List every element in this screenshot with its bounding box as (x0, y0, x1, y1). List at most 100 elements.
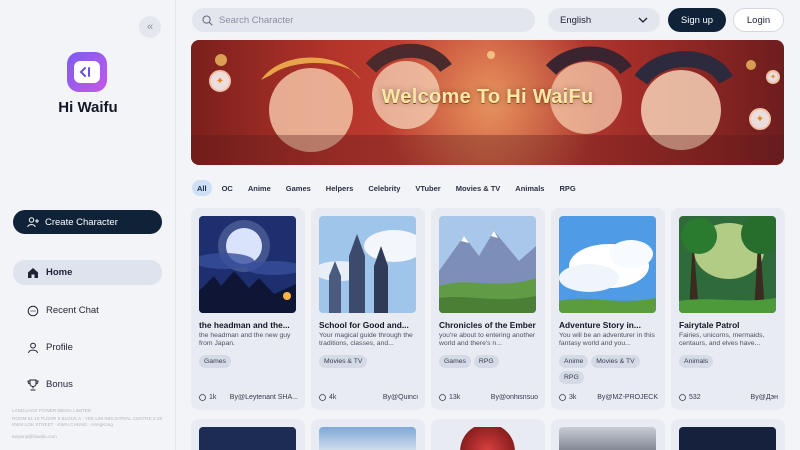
filter-tag-all[interactable]: All (192, 180, 212, 196)
card-tag[interactable]: Anime (559, 355, 589, 368)
nav-label-recent-chat: Recent Chat (46, 305, 99, 316)
character-thumbnail (439, 216, 536, 313)
filter-tag-anime[interactable]: Anime (243, 180, 276, 196)
card-title: Fairytale Patrol (679, 320, 740, 330)
card-title: the headman and the... (199, 320, 290, 330)
card-author[interactable]: By@Leytenant SHA... (230, 394, 298, 401)
character-card[interactable]: School for Good and... Your magical guid… (311, 208, 425, 410)
character-card[interactable]: Chronicles of the Ember you're about to … (431, 208, 545, 410)
filter-tag-helpers[interactable]: Helpers (321, 180, 359, 196)
filter-tag-celebrity[interactable]: Celebrity (363, 180, 405, 196)
nav-item-home[interactable]: Home (13, 260, 162, 285)
chat-bubble-icon (439, 394, 446, 401)
trophy-icon (27, 379, 39, 390)
footer-address: ROOM 61-10 FLOOR 5 BLOCK A · YEE LIM IND… (12, 416, 163, 427)
banner-title: Welcome To Hi WaiFu (381, 86, 594, 108)
card-tag[interactable]: Animals (679, 355, 714, 368)
card-tag[interactable]: Games (439, 355, 471, 368)
signup-button[interactable]: Sign up (668, 8, 726, 32)
language-value: English (560, 14, 592, 26)
sidebar: « Hi Waifu Create Character Home Recent … (0, 0, 176, 450)
chat-count: 3k (559, 394, 576, 401)
card-tags: Animals (679, 355, 781, 368)
sparkle-icon: ✦ (766, 70, 780, 84)
chat-count: 532 (679, 394, 701, 401)
card-title: Adventure Story in... (559, 320, 641, 330)
nav-item-profile[interactable]: Profile (13, 335, 162, 360)
card-tag[interactable]: RPG (559, 371, 584, 384)
character-thumbnail (199, 216, 296, 313)
chevron-down-icon (638, 17, 648, 23)
character-card[interactable]: the headman and the... the headman and t… (191, 208, 305, 410)
card-description: You will be an adventurer in this fantas… (559, 332, 655, 347)
card-tag[interactable]: Movies & TV (591, 355, 640, 368)
character-card[interactable] (431, 419, 545, 450)
logo-mark-icon (74, 61, 100, 83)
footer-email[interactable]: taoyanji@hiwaifu.com (12, 434, 168, 440)
character-card[interactable] (311, 419, 425, 450)
card-tag[interactable]: Movies & TV (319, 355, 368, 368)
nav-item-recent-chat[interactable]: Recent Chat (13, 298, 162, 323)
welcome-banner[interactable]: ✦ ✦ ✦ Welcome To Hi WaiFu (191, 40, 784, 165)
card-tags: Games RPG (439, 355, 541, 368)
character-card[interactable]: Fairytale Patrol Fairies, unicorns, merm… (671, 208, 785, 410)
chat-count: 13k (439, 394, 460, 401)
character-thumbnail (319, 427, 416, 450)
chat-count-value: 3k (569, 394, 577, 401)
language-select[interactable]: English (548, 8, 660, 32)
character-card[interactable] (551, 419, 665, 450)
chat-count-value: 13k (449, 394, 461, 401)
chat-bubble-icon (27, 305, 39, 316)
nav-label-profile: Profile (46, 342, 73, 353)
card-description: Fairies, unicorns, mermaids, centaurs, a… (679, 332, 765, 347)
create-character-button[interactable]: Create Character (13, 210, 162, 234)
card-description: the headman and the new guy from Japan. (199, 332, 291, 347)
character-card[interactable]: Adventure Story in... You will be an adv… (551, 208, 665, 410)
chat-count-value: 4k (329, 394, 337, 401)
search-icon (202, 14, 213, 26)
nav-item-bonus[interactable]: Bonus (13, 372, 162, 397)
card-tag[interactable]: RPG (473, 355, 499, 368)
card-title: Chronicles of the Ember (439, 320, 536, 330)
filter-tag-animals[interactable]: Animals (510, 180, 549, 196)
app-name: Hi Waifu (58, 99, 118, 116)
add-user-icon (27, 216, 39, 227)
filter-tag-vtuber[interactable]: VTuber (410, 180, 445, 196)
filter-tag-rpg[interactable]: RPG (554, 180, 580, 196)
chat-count: 4k (319, 394, 336, 401)
filter-tag-games[interactable]: Games (281, 180, 316, 196)
search-bar[interactable] (192, 8, 535, 32)
character-thumbnail (559, 427, 656, 450)
card-author[interactable]: By@Quinci (383, 394, 418, 401)
create-character-label: Create Character (45, 216, 118, 228)
character-thumbnail (439, 427, 536, 450)
chat-count-value: 532 (689, 394, 701, 401)
collapse-sidebar-button[interactable]: « (139, 16, 161, 38)
search-input[interactable] (219, 14, 519, 26)
chat-count: 1k (199, 394, 216, 401)
app-logo (67, 52, 107, 92)
character-thumbnail (319, 216, 416, 313)
character-thumbnail (679, 216, 776, 313)
card-tags: Games (199, 355, 301, 368)
card-title: School for Good and... (319, 320, 409, 330)
card-tags: Anime Movies & TV RPG (559, 355, 661, 384)
home-icon (28, 267, 38, 278)
login-button[interactable]: Login (733, 8, 784, 32)
character-thumbnail (679, 427, 776, 450)
character-card[interactable] (191, 419, 305, 450)
card-tag[interactable]: Games (199, 355, 231, 368)
filter-tag-movies-tv[interactable]: Movies & TV (451, 180, 506, 196)
card-author[interactable]: By@onhisnsuo (491, 394, 538, 401)
filter-tag-oc[interactable]: OC (217, 180, 238, 196)
card-author[interactable]: By@MZ-PROJECK (597, 394, 658, 401)
card-description: you're about to entering another world a… (439, 332, 536, 347)
card-description: Your magical guide through the tradition… (319, 332, 413, 347)
chat-bubble-icon (679, 394, 686, 401)
card-author[interactable]: By@Дэн (751, 394, 778, 401)
character-card[interactable] (671, 419, 785, 450)
character-thumbnail (199, 427, 296, 450)
double-chevron-left-icon: « (146, 21, 154, 33)
footer-company: LANGUAGE POWER MEDIA LIMITED (12, 408, 92, 413)
chat-bubble-icon (559, 394, 566, 401)
